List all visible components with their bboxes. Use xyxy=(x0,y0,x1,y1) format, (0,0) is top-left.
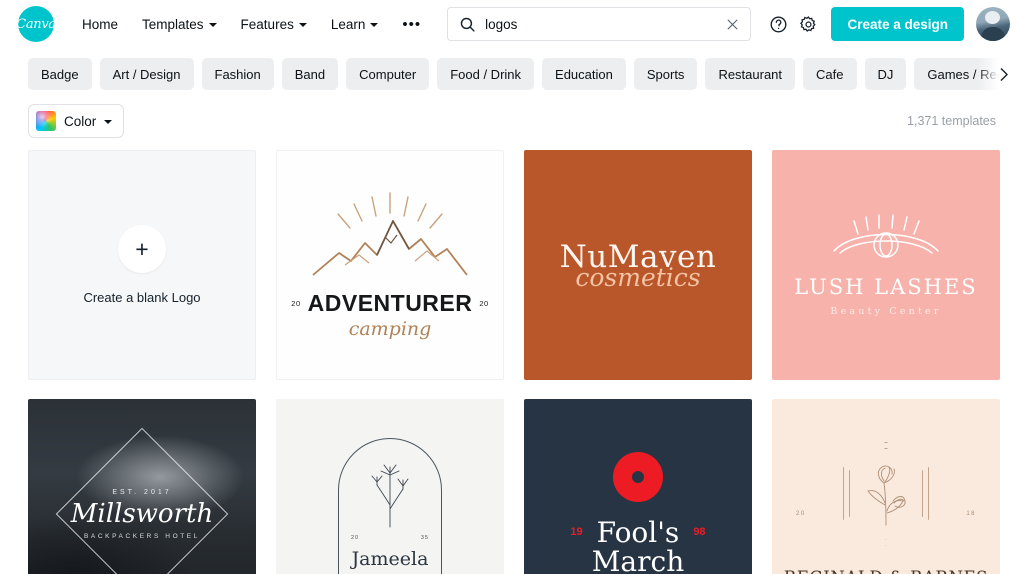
jameela-name: Jameela xyxy=(351,548,429,570)
more-dots-icon: ••• xyxy=(402,15,422,33)
numaven-script: cosmetics xyxy=(575,262,701,292)
template-card-adventurer[interactable]: 20 ADVENTURER 20 camping xyxy=(276,150,504,380)
template-card-reginald-barnes[interactable]: 20 18 REGINALD & BARNES xyxy=(772,399,1000,574)
chip-band[interactable]: Band xyxy=(281,58,339,90)
nav-item-more[interactable]: ••• xyxy=(390,11,433,38)
help-button[interactable] xyxy=(763,9,793,39)
adventurer-year-right: 20 xyxy=(479,298,489,308)
millsworth-name: Millsworth xyxy=(70,498,214,529)
adventurer-script: camping xyxy=(348,317,432,340)
search-bar[interactable] xyxy=(447,7,752,41)
color-swatch-icon xyxy=(36,111,56,131)
user-avatar[interactable] xyxy=(976,7,1010,41)
nav-item-label: Learn xyxy=(330,16,366,32)
nav-item-home[interactable]: Home xyxy=(70,11,130,38)
chip-badge[interactable]: Badge xyxy=(28,58,92,90)
color-filter-label: Color xyxy=(64,113,97,129)
reginald-years: 20 18 xyxy=(796,511,976,517)
template-card-fools-march[interactable]: 19 Fool's 98 March xyxy=(524,399,752,574)
chip-computer[interactable]: Computer xyxy=(346,58,430,90)
plus-icon: + xyxy=(118,225,166,273)
template-count: 1,371 templates xyxy=(907,114,996,128)
template-grid: + Create a blank Logo 20 ADVENTURER 20 c… xyxy=(0,150,1024,574)
chip-sports[interactable]: Sports xyxy=(633,58,698,90)
nav-item-features[interactable]: Features xyxy=(229,11,319,38)
fools-year-left: 19 xyxy=(570,526,583,539)
chip-dj[interactable]: DJ xyxy=(864,58,907,90)
chevron-down-icon xyxy=(104,120,113,124)
lush-subtitle: Beauty Center xyxy=(830,306,942,317)
reginald-year-left: 20 xyxy=(796,511,806,517)
template-card-millsworth[interactable]: EST. 2017 Millsworth BACKPACKERS HOTEL xyxy=(28,399,256,574)
adventurer-logo: 20 ADVENTURER 20 camping xyxy=(291,191,488,340)
millsworth-subtitle: BACKPACKERS HOTEL xyxy=(84,532,200,540)
jameela-year-right: 35 xyxy=(420,535,429,541)
template-card-numaven[interactable]: NuMaven cosmetics xyxy=(524,150,752,380)
mountain-sunburst-icon xyxy=(312,191,468,276)
fools-title-line2: March xyxy=(591,545,685,574)
filter-bar: Color 1,371 templates xyxy=(0,100,1024,150)
top-header: Canva Home Templates Features Learn ••• xyxy=(0,0,1024,48)
nav-item-learn[interactable]: Learn xyxy=(319,11,391,38)
nav-item-label: Templates xyxy=(142,16,204,32)
eye-lashes-icon xyxy=(833,214,939,258)
fools-year-right: 98 xyxy=(693,526,706,539)
main-nav: Home Templates Features Learn ••• xyxy=(70,11,433,38)
chevron-down-icon xyxy=(298,23,307,27)
help-circle-icon xyxy=(770,16,787,32)
template-card-create-blank[interactable]: + Create a blank Logo xyxy=(28,150,256,380)
chip-art-design[interactable]: Art / Design xyxy=(99,58,194,90)
color-filter-dropdown[interactable]: Color xyxy=(28,104,125,138)
chip-food-drink[interactable]: Food / Drink xyxy=(437,58,535,90)
vinyl-record-icon xyxy=(613,451,663,502)
chip-education[interactable]: Education xyxy=(542,58,626,90)
jameela-year-left: 20 xyxy=(351,535,360,541)
canva-logo-text: Canva xyxy=(16,16,56,32)
fools-title-row: 19 Fool's 98 xyxy=(570,515,706,549)
fools-title-line1: Fool's xyxy=(596,515,680,549)
nav-item-label: Home xyxy=(82,16,119,32)
canva-logo[interactable]: Canva xyxy=(16,6,56,42)
chevron-down-icon xyxy=(370,23,379,27)
jameela-years: 20 35 xyxy=(339,535,441,541)
reginald-year-right: 18 xyxy=(966,511,976,517)
millsworth-logo: EST. 2017 Millsworth BACKPACKERS HOTEL xyxy=(71,489,213,540)
nav-item-label: Features xyxy=(240,16,294,32)
botanical-sprig-icon xyxy=(371,464,409,528)
chevron-down-icon xyxy=(208,23,217,27)
create-a-design-button[interactable]: Create a design xyxy=(831,7,964,41)
search-icon xyxy=(460,17,475,32)
chips-scroll-next-button[interactable] xyxy=(978,58,1024,90)
category-chips-row[interactable]: Badge Art / Design Fashion Band Computer… xyxy=(0,48,1024,100)
close-icon[interactable] xyxy=(725,17,740,32)
chip-fashion[interactable]: Fashion xyxy=(201,58,274,90)
millsworth-est: EST. 2017 xyxy=(112,488,172,496)
adventurer-title-row: 20 ADVENTURER 20 xyxy=(291,289,488,317)
reginald-name: REGINALD & BARNES xyxy=(784,568,988,574)
gear-icon xyxy=(799,15,816,32)
chip-restaurant[interactable]: Restaurant xyxy=(705,58,796,90)
nav-item-templates[interactable]: Templates xyxy=(130,11,229,38)
template-card-lush-lashes[interactable]: LUSH LASHES Beauty Center xyxy=(772,150,1000,380)
adventurer-year-left: 20 xyxy=(291,298,301,308)
adventurer-title: ADVENTURER xyxy=(307,289,473,316)
hexagon-frame-icon xyxy=(843,441,929,546)
template-card-jameela[interactable]: 20 35 Jameela NATURAL MAKEUP xyxy=(276,399,504,574)
arch-frame-icon: 20 35 Jameela NATURAL MAKEUP xyxy=(338,438,442,574)
settings-button[interactable] xyxy=(793,9,823,39)
chip-cafe[interactable]: Cafe xyxy=(803,58,857,90)
chevron-right-icon xyxy=(1000,67,1008,81)
create-blank-label: Create a blank Logo xyxy=(83,290,201,305)
search-input[interactable] xyxy=(485,16,726,32)
lush-title: LUSH LASHES xyxy=(794,275,978,299)
